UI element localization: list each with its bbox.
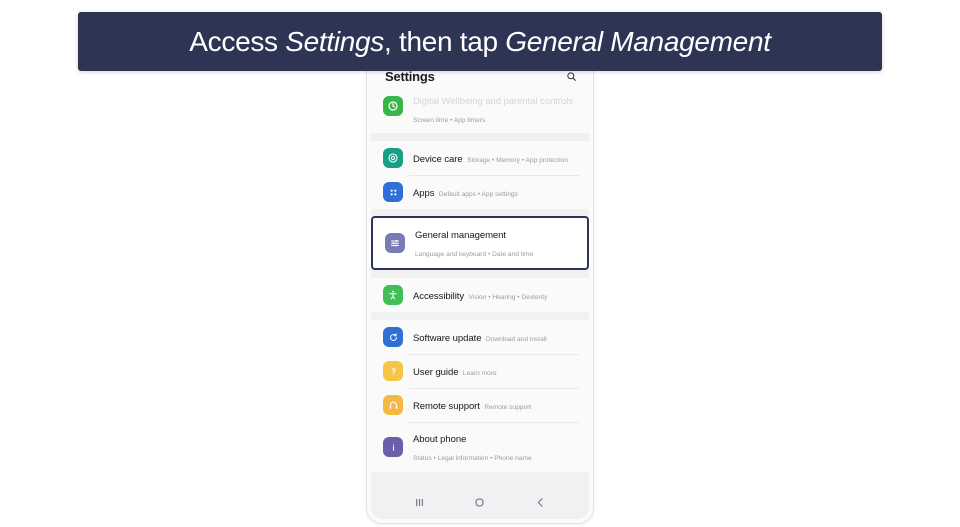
search-icon[interactable]	[566, 71, 577, 82]
list-item-subtitle: Language and keyboard • Date and time	[415, 251, 534, 258]
caption-text: Access Settings, then tap General Manage…	[189, 25, 771, 58]
software-update-icon	[383, 327, 403, 347]
list-item-accessibility[interactable]: Accessibility Vision • Hearing • Dexteri…	[371, 278, 589, 312]
list-item-title: Digital Wellbeing and parental controls	[413, 96, 573, 107]
list-item-title: Remote support	[413, 401, 480, 412]
list-item-apps[interactable]: Apps Default apps • App settings	[371, 175, 589, 209]
caption-emphasis-general-management: General Management	[505, 25, 771, 57]
list-item-subtitle: Vision • Hearing • Dexterity	[468, 294, 548, 301]
list-item-title: Device care	[413, 154, 463, 165]
list-item-subtitle: Default apps • App settings	[438, 191, 518, 198]
device-care-icon	[383, 148, 403, 168]
digital-wellbeing-icon	[383, 95, 403, 116]
phone-mockup: Settings Digital Wellbeing and parental …	[366, 58, 594, 524]
accessibility-icon	[383, 285, 403, 305]
caption-part-2: , then tap	[384, 25, 506, 57]
settings-group: Accessibility Vision • Hearing • Dexteri…	[371, 278, 589, 312]
list-item-title: Software update	[413, 333, 482, 344]
settings-list[interactable]: Digital Wellbeing and parental controls …	[371, 89, 589, 519]
list-item-subtitle: Storage • Memory • App protection	[467, 157, 569, 164]
list-item-title: Accessibility	[413, 291, 465, 302]
settings-group: Device care Storage • Memory • App prote…	[371, 141, 589, 209]
list-item-device-care[interactable]: Device care Storage • Memory • App prote…	[371, 141, 589, 175]
user-guide-icon	[383, 361, 403, 381]
list-item-remote-support[interactable]: Remote support Remote support	[371, 388, 589, 422]
recents-icon[interactable]	[412, 495, 427, 510]
list-item-title: About phone	[413, 434, 467, 445]
settings-group: Digital Wellbeing and parental controls …	[371, 89, 589, 133]
about-phone-icon	[383, 437, 403, 457]
list-item-about-phone[interactable]: About phone Status • Legal information •…	[371, 422, 589, 472]
list-item-subtitle: Learn more	[462, 370, 497, 377]
list-item-subtitle: Remote support	[484, 404, 532, 411]
phone-screen: Settings Digital Wellbeing and parental …	[371, 63, 589, 519]
home-icon[interactable]	[472, 495, 487, 510]
list-item-subtitle: Screen time • App timers	[413, 117, 486, 124]
list-item-general-management[interactable]: General management Language and keyboard…	[373, 218, 587, 268]
list-item-title: Apps	[413, 188, 435, 199]
android-nav-bar	[371, 485, 589, 519]
general-management-icon	[385, 233, 405, 253]
back-icon[interactable]	[533, 495, 548, 510]
list-item-user-guide[interactable]: User guide Learn more	[371, 354, 589, 388]
caption-part-1: Access	[189, 25, 286, 57]
apps-icon	[383, 182, 403, 202]
list-item-title: User guide	[413, 367, 459, 378]
settings-group-highlighted: General management Language and keyboard…	[371, 216, 589, 270]
list-item-subtitle: Status • Legal information • Phone name	[413, 455, 532, 462]
settings-group: Software update Download and install Use…	[371, 320, 589, 472]
list-item-software-update[interactable]: Software update Download and install	[371, 320, 589, 354]
caption-banner: Access Settings, then tap General Manage…	[78, 12, 882, 71]
remote-support-icon	[383, 395, 403, 415]
list-item-title: General management	[415, 230, 506, 241]
list-item-digital-wellbeing[interactable]: Digital Wellbeing and parental controls …	[371, 89, 589, 133]
list-item-subtitle: Download and install	[485, 336, 547, 343]
caption-emphasis-settings: Settings	[285, 25, 385, 57]
